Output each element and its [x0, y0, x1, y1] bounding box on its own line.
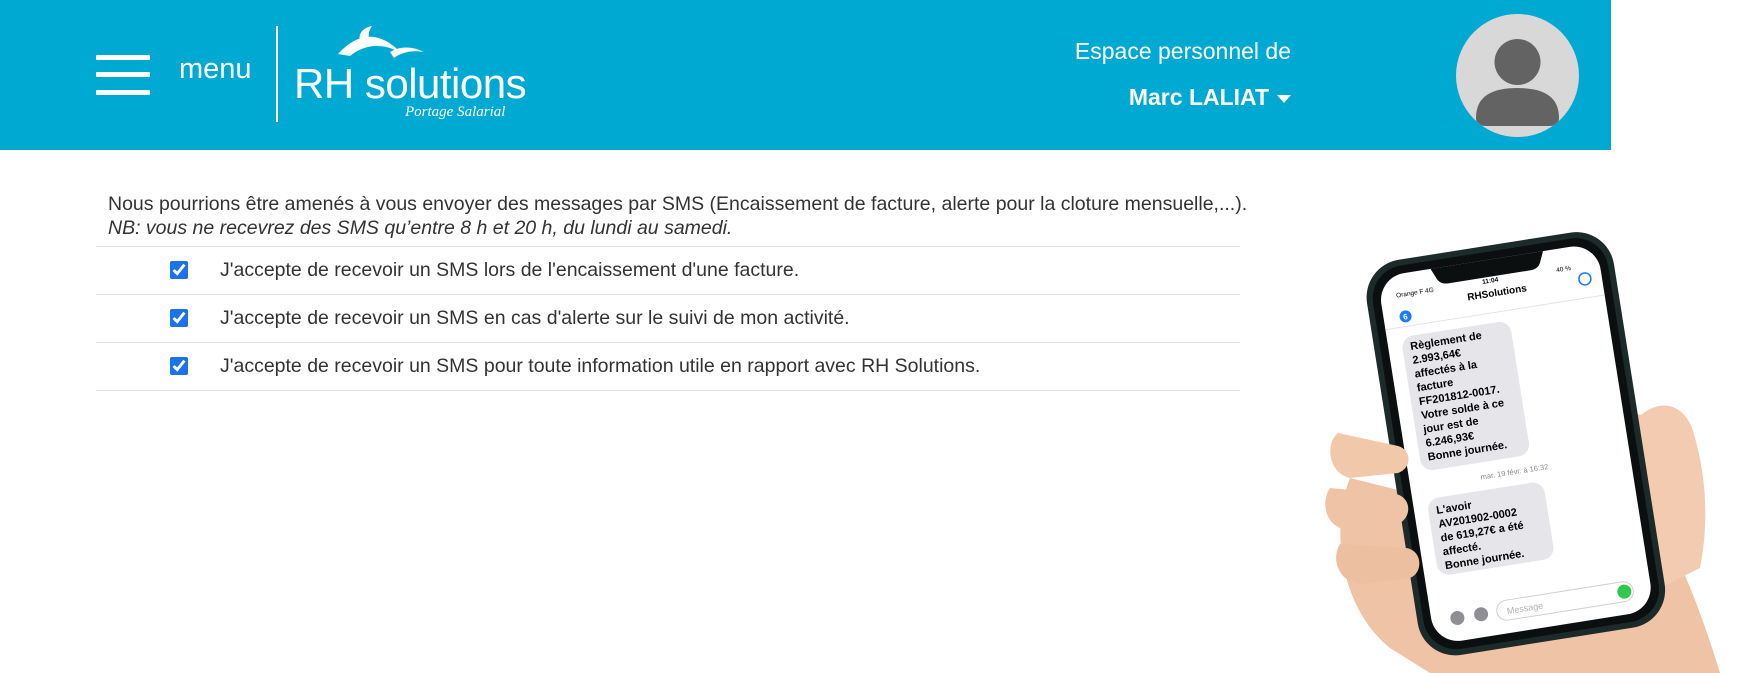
hamburger-menu-icon[interactable]	[96, 55, 150, 95]
phone-illustration: Orange F 4G 11:04 40 % 6 RHSolutions Règ…	[1325, 232, 1720, 673]
sms-option-label[interactable]: J'accepte de recevoir un SMS en cas d'al…	[220, 307, 850, 330]
user-name: Marc LALIAT	[1128, 84, 1269, 110]
user-silhouette-icon	[1476, 39, 1559, 126]
sms-intro: Nous pourrions être amenés à vous envoye…	[108, 192, 1247, 240]
intro-text: Nous pourrions être amenés à vous envoye…	[108, 193, 1248, 215]
avatar[interactable]	[1456, 14, 1579, 137]
top-header: menu RH solutions Portage Salarial Espac…	[0, 0, 1611, 150]
sms-option-info: J'accepte de recevoir un SMS pour toute …	[96, 343, 1240, 391]
menu-label[interactable]: menu	[179, 53, 252, 86]
hamburger-line	[96, 90, 150, 95]
sms-option-checkbox[interactable]	[170, 261, 188, 279]
hand-fingers	[1336, 544, 1420, 584]
sms-option-invoice: J'accepte de recevoir un SMS lors de l'e…	[96, 247, 1240, 295]
sms-option-label[interactable]: J'accepte de recevoir un SMS lors de l'e…	[220, 259, 799, 282]
hamburger-line	[96, 55, 150, 60]
welcome-text: Espace personnel de	[1074, 38, 1291, 64]
header-divider	[276, 26, 278, 122]
sms-option-label[interactable]: J'accepte de recevoir un SMS pour toute …	[220, 355, 980, 378]
logo-tagline: Portage Salarial	[405, 104, 506, 120]
user-menu-dropdown[interactable]: Marc LALIAT	[1129, 84, 1291, 111]
hand-fingers	[1325, 488, 1409, 530]
sms-option-alert: J'accepte de recevoir un SMS en cas d'al…	[96, 295, 1240, 343]
sms-option-checkbox[interactable]	[170, 357, 188, 375]
nb-note: NB: vous ne recevrez des SMS qu’entre 8 …	[108, 217, 733, 239]
brand-logo[interactable]: RH solutions Portage Salarial	[290, 24, 527, 124]
logo-brand-text: RH solutions	[294, 60, 527, 107]
sms-option-checkbox[interactable]	[170, 309, 188, 327]
sms-options-list: J'accepte de recevoir un SMS lors de l'e…	[96, 246, 1240, 391]
hamburger-line	[96, 72, 150, 77]
caret-down-icon	[1277, 94, 1291, 103]
